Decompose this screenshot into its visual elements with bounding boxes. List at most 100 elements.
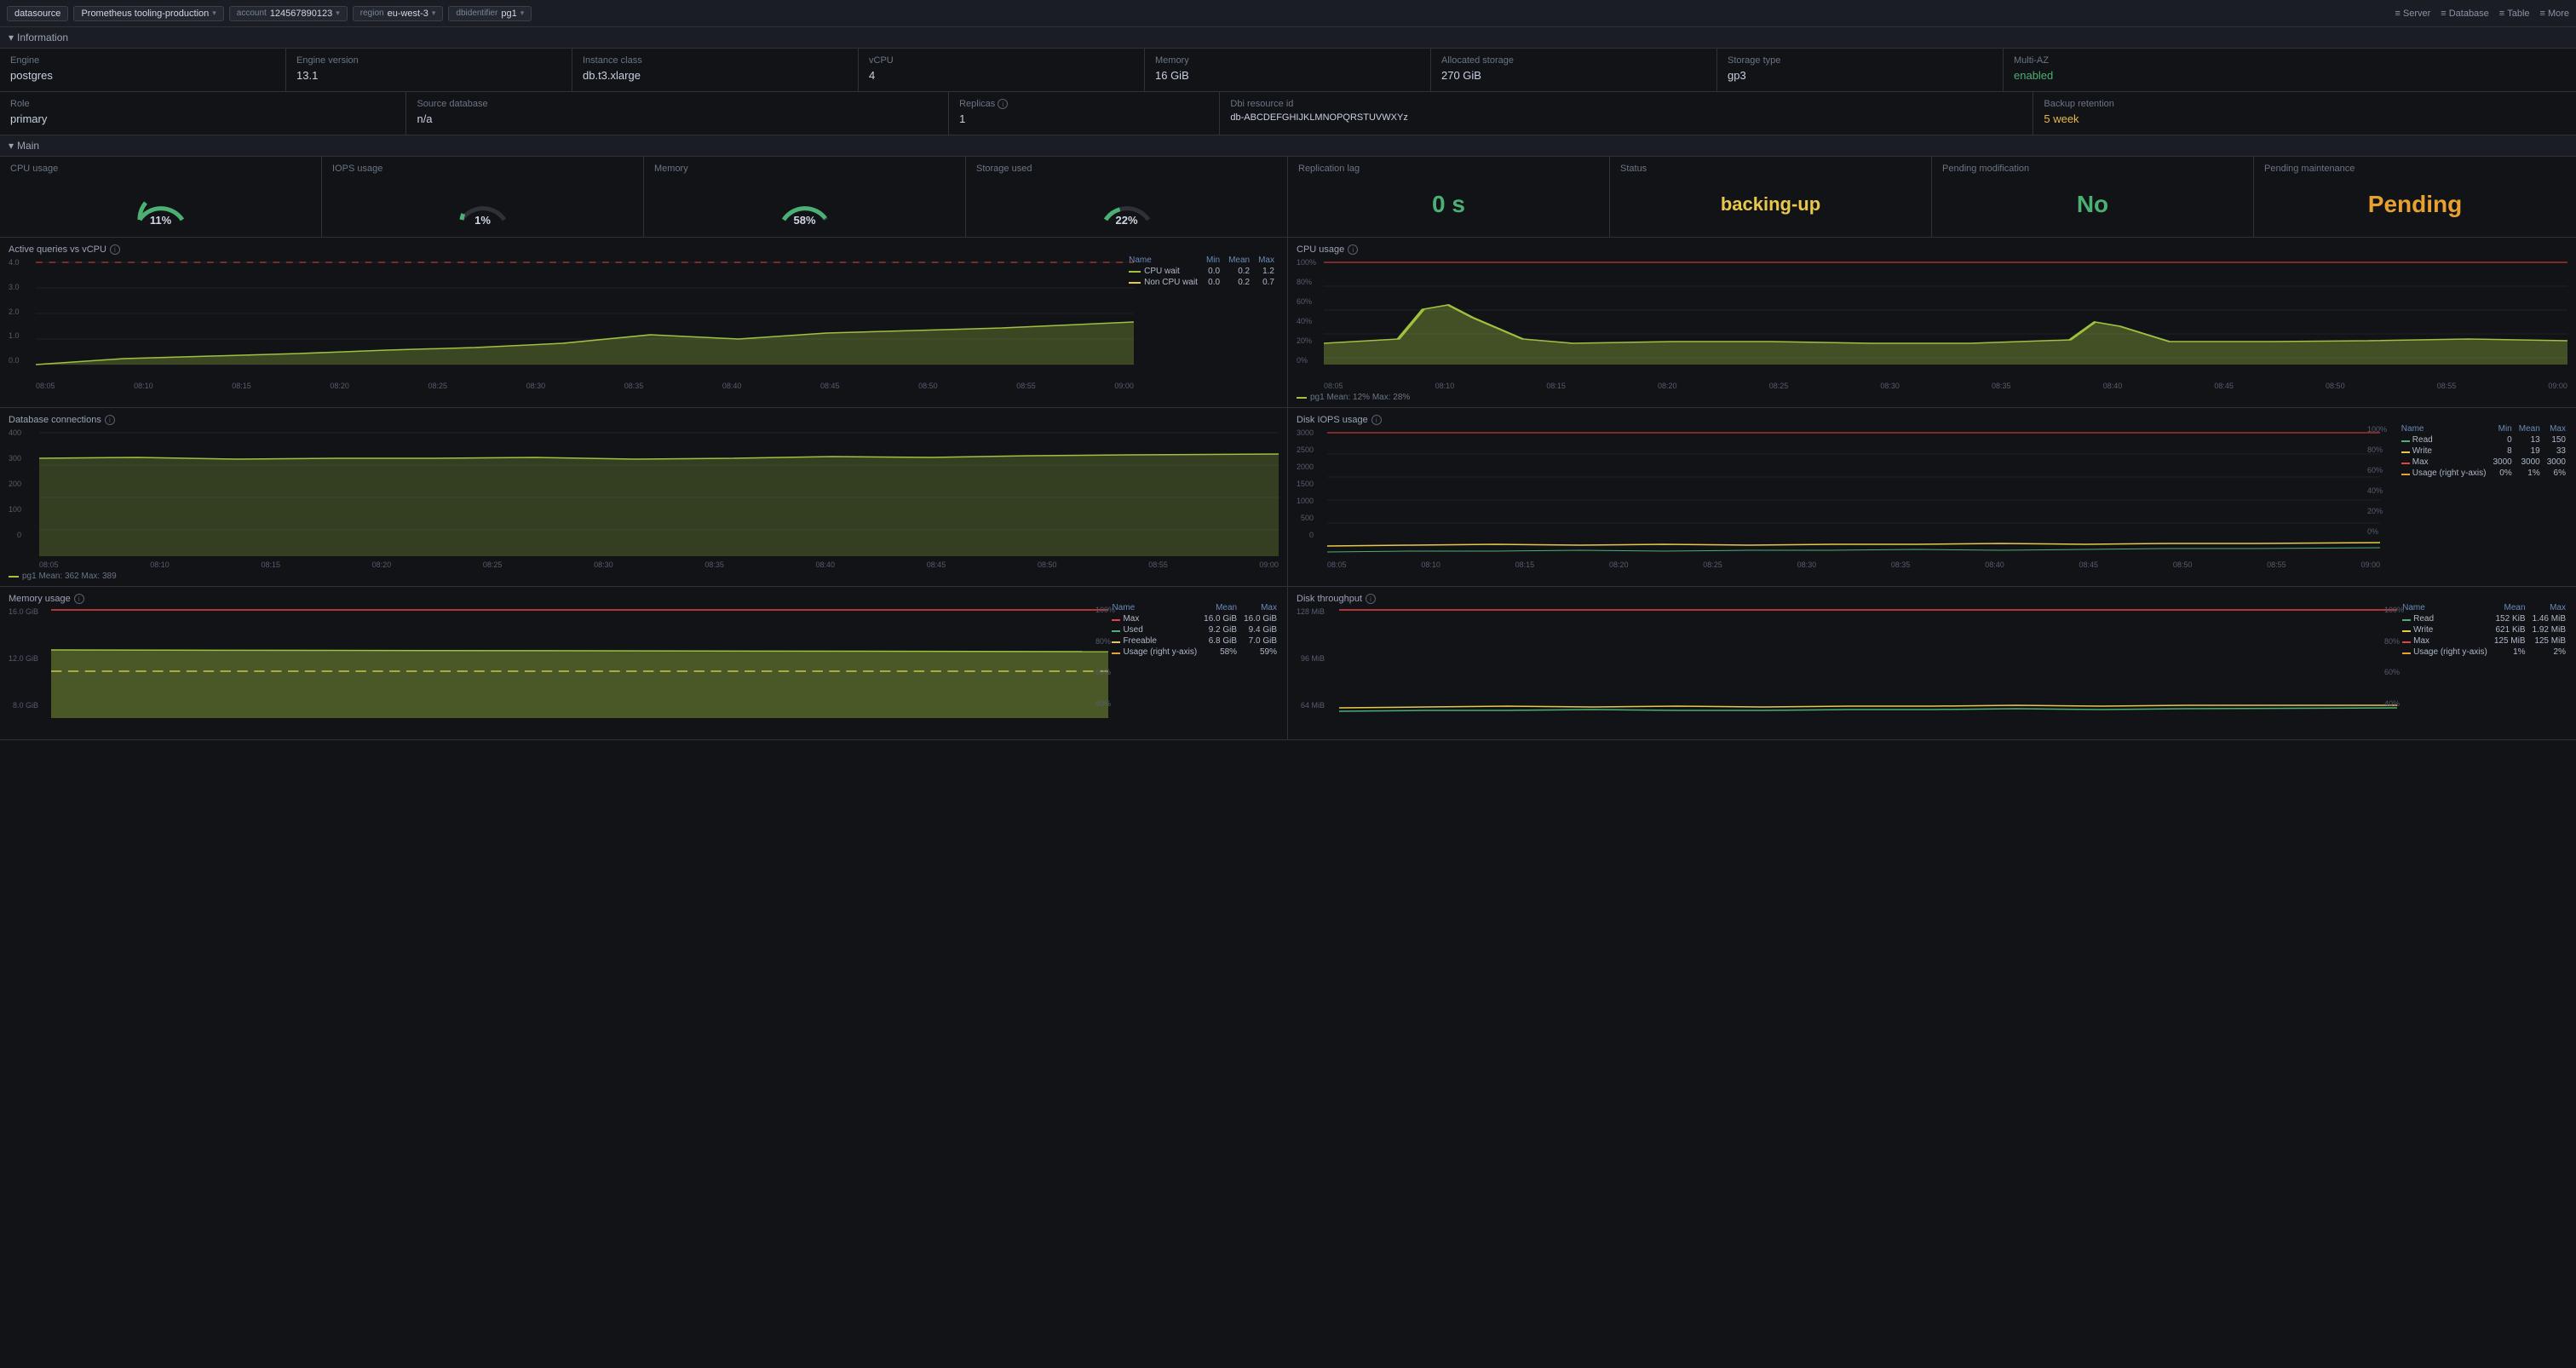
info-cell-instance-class: Instance class db.t3.xlarge: [572, 49, 859, 91]
info-cell-backup-retention: Backup retention 5 week: [2033, 92, 2576, 135]
datasource-selector[interactable]: datasource: [7, 6, 68, 21]
metric-storage-label: Storage used: [976, 164, 1277, 174]
disk-iops-info-icon[interactable]: i: [1371, 415, 1382, 425]
metric-status: Status backing-up: [1610, 157, 1932, 237]
cpu-gauge-label: 11%: [131, 214, 191, 227]
legend-row-thr-usage: Usage (right y-axis) 1% 2%: [2399, 647, 2569, 658]
dbidentifier-selector[interactable]: dbidentifier pg1 ▾: [448, 6, 532, 21]
storage-label: Allocated storage: [1441, 55, 1706, 66]
vcpu-label: vCPU: [869, 55, 1134, 66]
storage-type-label: Storage type: [1728, 55, 1992, 66]
dbi-resource-id-label: Dbi resource id: [1230, 99, 2022, 109]
iops-gauge-label: 1%: [453, 214, 513, 227]
metric-iops-usage: IOPS usage 1%: [322, 157, 644, 237]
cpu-usage-yaxis: 100%80%60%40%20%0%: [1297, 258, 1316, 365]
legend-row-disk-max: Max 3000 3000 3000: [2398, 457, 2569, 468]
multiaz-value: enabled: [2014, 69, 2566, 82]
chart-db-connections-title: Database connections i: [9, 415, 1279, 425]
active-queries-yaxis: 4.03.02.01.00.0: [9, 258, 20, 365]
info-grid-row2: Role primary Source database n/a Replica…: [0, 92, 2576, 135]
active-queries-info-icon[interactable]: i: [110, 244, 120, 255]
db-connections-svg: [39, 428, 1279, 556]
role-label: Role: [10, 99, 395, 109]
nav-database[interactable]: ≡ Database: [2441, 9, 2489, 19]
legend-row-mem-usage: Usage (right y-axis) 58% 59%: [1108, 647, 1280, 658]
region-selector[interactable]: region eu-west-3 ▾: [353, 6, 444, 21]
account-selector[interactable]: account 124567890123 ▾: [229, 6, 348, 21]
environment-selector[interactable]: Prometheus tooling-production ▾: [73, 6, 223, 21]
replicas-value: 1: [959, 112, 1209, 125]
info-cell-role: Role primary: [0, 92, 406, 135]
multiaz-label: Multi-AZ: [2014, 55, 2566, 66]
collapse-icon-main: ▾: [9, 140, 14, 152]
info-cell-source-db: Source database n/a: [406, 92, 949, 135]
replicas-info-icon[interactable]: i: [998, 99, 1008, 109]
disk-iops-yaxis: 300025002000150010005000: [1297, 428, 1316, 539]
storage-value: 270 GiB: [1441, 69, 1706, 82]
database-icon: ≡: [2441, 9, 2446, 19]
info-cell-storage-type: Storage type gp3: [1717, 49, 2004, 91]
disk-throughput-svg: [1339, 607, 2397, 718]
active-queries-xaxis: 08:0508:1008:1508:2008:2508:3008:3508:40…: [36, 382, 1134, 390]
metric-status-label: Status: [1620, 164, 1921, 174]
collapse-icon: ▾: [9, 32, 14, 43]
pending-mod-value: No: [2077, 191, 2108, 218]
metric-replication-lag-content: 0 s: [1298, 179, 1599, 230]
memory-usage-yaxis: 16.0 GiB12.0 GiB8.0 GiB: [9, 607, 41, 710]
region-label: region: [360, 9, 384, 18]
chart-disk-iops-title: Disk IOPS usage i: [1297, 415, 2567, 425]
db-connections-xaxis: 08:0508:1008:1508:2008:2508:3008:3508:40…: [39, 560, 1279, 569]
legend-row-mem-max: Max 16.0 GiB 16.0 GiB: [1108, 613, 1280, 624]
nav-more-label: More: [2548, 9, 2569, 19]
engine-value: postgres: [10, 69, 275, 82]
metric-replication-lag: Replication lag 0 s: [1288, 157, 1610, 237]
main-section-header[interactable]: ▾ Main: [0, 135, 2576, 157]
engine-label: Engine: [10, 55, 275, 66]
account-value: 124567890123: [270, 9, 332, 19]
cpu-usage-info-icon[interactable]: i: [1348, 244, 1358, 255]
chart-db-connections: Database connections i 4003002001000 08:…: [0, 408, 1288, 588]
disk-throughput-info-icon[interactable]: i: [1366, 594, 1376, 604]
legend-row-cpu-wait: CPU wait 0.0 0.2 1.2: [1124, 266, 1279, 277]
db-connections-info-icon[interactable]: i: [105, 415, 115, 425]
db-connections-chart-area: 4003002001000 08:0508:1008:1508:2008:250…: [39, 428, 1279, 569]
charts-row2: Database connections i 4003002001000 08:…: [0, 408, 2576, 587]
datasource-value: datasource: [14, 9, 60, 19]
metric-status-content: backing-up: [1620, 179, 1921, 230]
disk-iops-svg: [1327, 428, 2380, 556]
nav-more[interactable]: ≡ More: [2540, 9, 2569, 19]
metric-cpu-label: CPU usage: [10, 164, 311, 174]
storage-type-value: gp3: [1728, 69, 1992, 82]
metric-iops-label: IOPS usage: [332, 164, 633, 174]
memory-value: 16 GiB: [1155, 69, 1420, 82]
info-cell-engine-version: Engine version 13.1: [286, 49, 572, 91]
metric-pending-mod-label: Pending modification: [1942, 164, 2243, 174]
role-value: primary: [10, 112, 395, 125]
memory-usage-info-icon[interactable]: i: [74, 594, 84, 604]
chevron-down-icon2: ▾: [336, 9, 340, 18]
nav-table-label: Table: [2507, 9, 2529, 19]
disk-throughput-legend: Name Mean Max Read 152 KiB 1.46 MiB Writ…: [2399, 602, 2569, 658]
memory-gauge-label: 58%: [775, 214, 835, 227]
information-section-header[interactable]: ▾ Information: [0, 27, 2576, 49]
chart-active-queries: Active queries vs vCPU i Name Min Mean M…: [0, 238, 1288, 409]
chart-cpu-usage: CPU usage i 100%80%60%40%20%0% 08:0508:1…: [1288, 238, 2576, 409]
cpu-usage-chart-area: 100%80%60%40%20%0% 08:0508:1008:1508:200…: [1324, 258, 2567, 390]
engine-version-value: 13.1: [296, 69, 561, 82]
chart-disk-throughput: Disk throughput i Name Mean Max Read 152…: [1288, 587, 2576, 739]
metric-memory-content: 58%: [654, 179, 955, 230]
cpu-usage-xaxis: 08:0508:1008:1508:2008:2508:3008:3508:40…: [1324, 382, 2567, 390]
db-connections-legend-text: pg1 Mean: 362 Max: 389: [22, 572, 117, 581]
nav-server[interactable]: ≡ Server: [2395, 9, 2430, 19]
memory-usage-yaxis-right: 100%80%60%40%: [1095, 606, 1115, 708]
storage-gauge-label: 22%: [1097, 214, 1157, 227]
cpu-usage-legend-line: [1297, 397, 1307, 399]
db-connections-footer: pg1 Mean: 362 Max: 389: [9, 572, 1279, 581]
disk-iops-yaxis-right: 100%80%60%40%20%0%: [2367, 425, 2387, 536]
engine-version-label: Engine version: [296, 55, 561, 66]
pending-maint-value: Pending: [2368, 191, 2462, 218]
nav-table[interactable]: ≡ Table: [2499, 9, 2530, 19]
information-section-label: Information: [17, 32, 68, 43]
info-cell-storage: Allocated storage 270 GiB: [1431, 49, 1717, 91]
cpu-usage-svg: [1324, 258, 2567, 377]
